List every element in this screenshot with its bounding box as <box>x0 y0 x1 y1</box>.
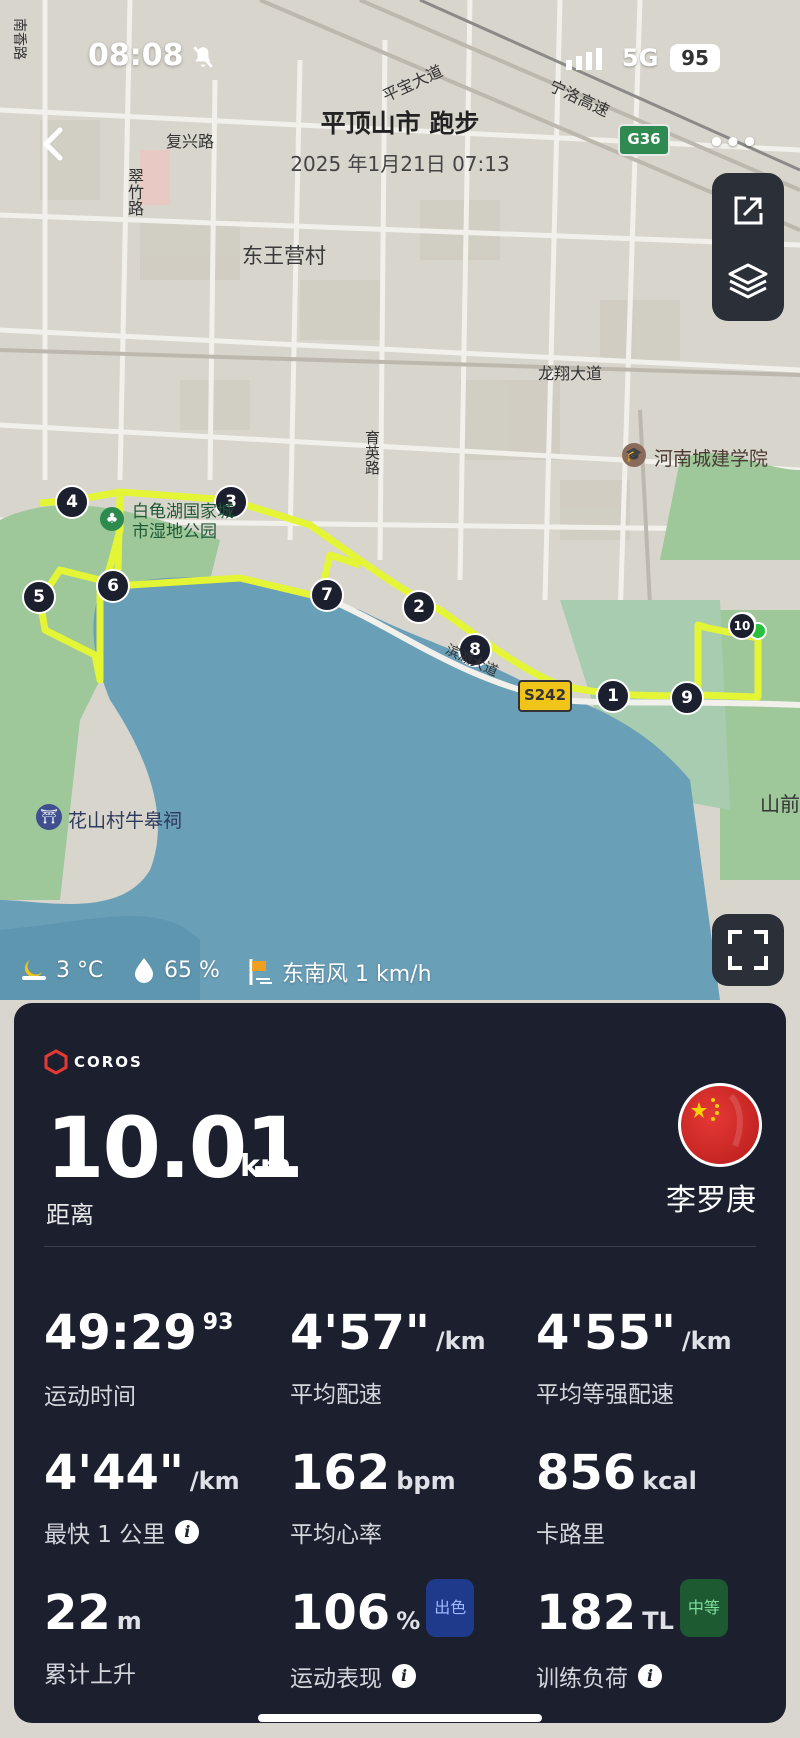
stat-avg-heart-rate: 162 bpm 平均心率 <box>290 1445 456 1548</box>
stat-avg-pace: 4'57"/km 平均配速 <box>290 1305 486 1408</box>
weather-humidity: 65 % <box>132 956 220 984</box>
signal-icon <box>566 46 610 74</box>
map-label-henan-univ: 河南城建学院 <box>654 448 769 470</box>
battery-indicator: 95 <box>670 44 720 72</box>
distance-label: 距离 <box>46 1201 94 1229</box>
weather-wind: 东南风 1 km/h <box>246 956 432 988</box>
route-marker-2: 2 <box>402 590 436 624</box>
share-icon <box>734 196 763 225</box>
home-indicator[interactable] <box>258 1714 542 1722</box>
activity-summary-card: COROS 10.01 km 距离 李罗庚 49:29 93 运动时间 4'57"… <box>14 1003 786 1723</box>
stat-elevation-gain: 22 m 累计上升 <box>44 1585 142 1688</box>
stat-training-load: 182 TL 中等 训练负荷 i <box>536 1579 776 1693</box>
network-type: 5G <box>622 44 659 72</box>
page-subtitle: 2025 年1月21日 07:13 <box>290 152 510 176</box>
weather-temp: 3 °C <box>20 956 103 984</box>
map-label-longxiang: 龙翔大道 <box>538 364 603 383</box>
s242-badge: S242 <box>518 680 572 712</box>
route-marker-1: 1 <box>596 679 630 713</box>
route-marker-4: 4 <box>55 485 89 519</box>
coros-hex-icon <box>44 1049 68 1075</box>
school-icon: 🎓 <box>622 443 646 467</box>
map-toolbox <box>712 173 784 321</box>
more-dots-icon: ••• <box>708 128 758 158</box>
status-time: 08:08 <box>88 38 184 73</box>
map-layers-button[interactable] <box>726 259 770 303</box>
droplet-icon <box>135 958 153 983</box>
weather-bar: 3 °C 65 % 东南风 1 km/h <box>0 956 800 990</box>
route-marker-10: 10 <box>728 612 756 640</box>
bell-off-icon <box>190 44 216 74</box>
more-options-button[interactable]: ••• <box>708 128 758 158</box>
route-marker-5: 5 <box>22 580 56 614</box>
status-bar: 08:08 5G 95 <box>0 0 800 110</box>
training-load-tag: 中等 <box>679 1579 728 1637</box>
stat-fastest-km: 4'44"/km 最快 1 公里 i <box>44 1445 240 1548</box>
stat-calories: 856 kcal 卡路里 <box>536 1445 697 1548</box>
info-icon[interactable]: i <box>638 1664 662 1688</box>
stat-avg-adjusted-pace: 4'55"/km 平均等强配速 <box>536 1305 732 1408</box>
distance-unit: km <box>240 1149 292 1184</box>
route-marker-7: 7 <box>310 578 344 612</box>
map-label-shanqian: 山前 <box>760 792 800 816</box>
stat-duration: 49:29 93 运动时间 <box>44 1305 234 1410</box>
info-icon[interactable]: i <box>392 1664 416 1688</box>
flag-avatar-icon <box>691 1093 743 1148</box>
user-avatar[interactable] <box>678 1083 762 1167</box>
divider <box>44 1246 756 1247</box>
info-icon[interactable]: i <box>175 1520 200 1544</box>
map-label-temple: 花山村牛皋祠 <box>68 810 183 832</box>
map-label-dongwangying: 东王营村 <box>242 244 326 268</box>
performance-tag: 出色 <box>426 1579 475 1637</box>
route-marker-6: 6 <box>96 569 130 603</box>
park-icon: ♣ <box>100 507 124 531</box>
layers-icon <box>728 263 768 299</box>
temple-icon: ⛩ <box>36 804 62 830</box>
share-button[interactable] <box>726 189 770 233</box>
wind-flag-icon <box>249 959 272 985</box>
route-marker-9: 9 <box>670 681 704 715</box>
coros-logo: COROS <box>44 1049 143 1075</box>
page-title: 平顶山市 跑步 <box>320 109 480 138</box>
map-label-yuying: 育英路 <box>363 430 381 475</box>
stat-performance: 106% 出色 运动表现 i <box>290 1579 530 1693</box>
user-name: 李罗庚 <box>666 1183 756 1218</box>
moon-cloud-icon <box>22 960 46 980</box>
map-label-park: 白龟湖国家城 市湿地公园 <box>132 502 234 542</box>
